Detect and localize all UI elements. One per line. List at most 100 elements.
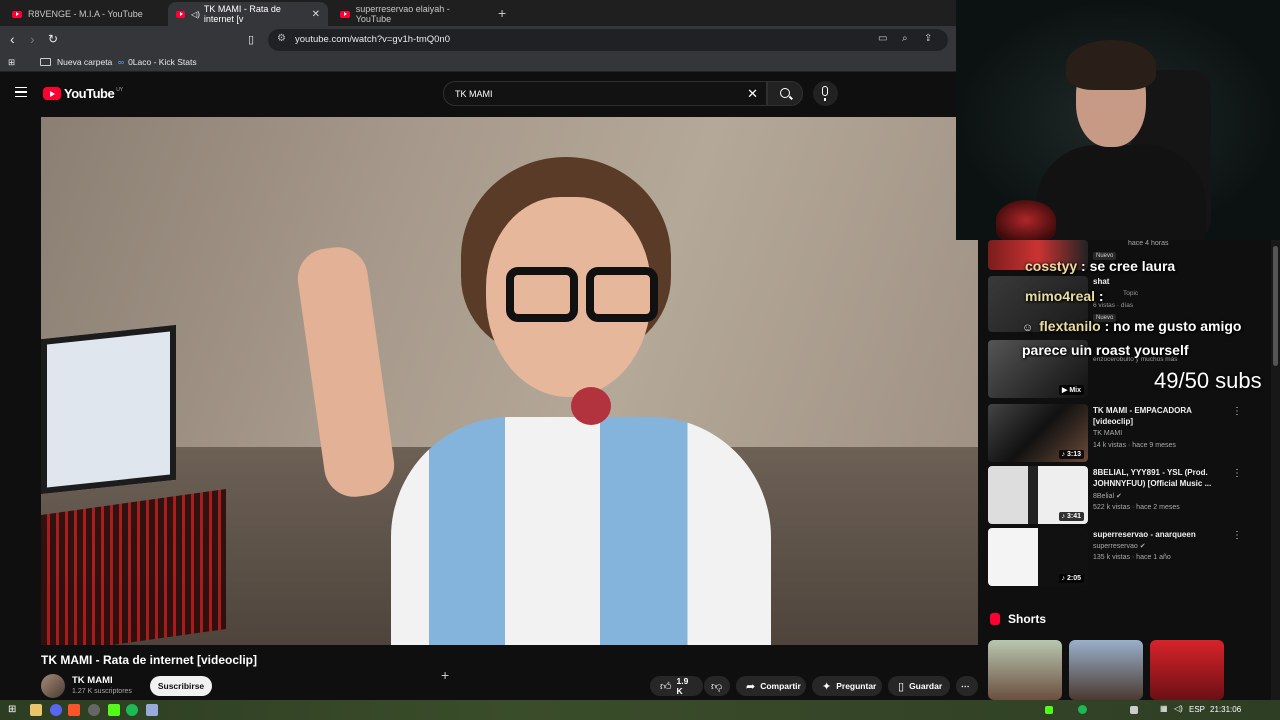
search-query-text: TK MAMI [455, 89, 493, 99]
youtube-favicon-icon [340, 10, 350, 18]
channel-name[interactable]: TK MAMI [1093, 430, 1122, 437]
dislike-button[interactable]: 👎︎ [704, 676, 730, 696]
search-button[interactable] [767, 81, 803, 106]
youtube-logo-icon [43, 87, 61, 100]
channel-name-wrap[interactable]: superreservao ✔ [1093, 542, 1146, 550]
apps-grid-icon[interactable]: ⊞ [8, 57, 15, 68]
tray-spotify-icon[interactable] [1078, 705, 1087, 714]
channel-name: 8Belial [1093, 493, 1115, 500]
bookmark-folder[interactable]: Nueva carpeta [40, 57, 112, 67]
short-thumbnail[interactable] [988, 640, 1062, 700]
zoom-icon[interactable]: ⌕ [902, 33, 908, 44]
bookmark-icon[interactable]: ▯ [248, 33, 254, 46]
browser-tab-strip: R8VENGE - M.I.A - YouTube ◁) TK MAMI - R… [0, 0, 956, 26]
notepad-icon[interactable] [146, 704, 158, 716]
brave-browser-icon[interactable] [68, 704, 80, 716]
video-meta: 522 k vistas · hace 2 meses [1093, 504, 1180, 511]
ask-button[interactable]: ✦ Preguntar [812, 676, 882, 696]
folder-icon [40, 58, 51, 66]
duration-badge: ♪ 2:05 [1058, 574, 1084, 583]
menu-icon[interactable] [15, 87, 27, 97]
channel-name: Topic [1123, 290, 1139, 297]
close-tab-icon[interactable]: ✕ [312, 9, 320, 20]
discord-icon[interactable] [50, 704, 62, 716]
site-info-icon[interactable]: ⚙ [277, 33, 286, 44]
more-options-icon[interactable]: ⋮ [1232, 530, 1242, 541]
browser-tab-active[interactable]: ◁) TK MAMI - Rata de internet [v ✕ [168, 2, 328, 26]
channel-name-wrap[interactable]: 8Belial ✔ [1093, 492, 1122, 500]
short-thumbnail[interactable] [1069, 640, 1143, 700]
clear-search-icon[interactable]: ✕ [747, 86, 758, 102]
emote-icon: ☺ [1022, 322, 1034, 334]
spotify-icon[interactable] [126, 704, 138, 716]
youtube-logo[interactable]: YouTube UY [43, 86, 123, 101]
save-button[interactable]: ▯ Guardar [888, 676, 950, 696]
more-options-icon[interactable]: ⋮ [1232, 468, 1242, 479]
browser-tab[interactable]: superreservao elaiyah - YouTube [332, 2, 492, 26]
scrollbar-thumb[interactable] [1273, 246, 1278, 366]
share-arrow-icon: ➦ [746, 680, 756, 693]
tray-icon[interactable] [1045, 706, 1053, 714]
browser-tab[interactable]: R8VENGE - M.I.A - YouTube [4, 2, 164, 26]
youtube-favicon-icon [176, 10, 186, 18]
cast-icon[interactable]: ▭ [878, 33, 887, 44]
share-button[interactable]: ➦ Compartir [736, 676, 806, 696]
video-frame-shirt [391, 417, 771, 645]
video-frame-keyboard [41, 488, 226, 645]
chat-username: flextanilo [1039, 318, 1101, 334]
duration-text: 3:13 [1066, 451, 1081, 458]
back-icon[interactable]: ‹ [10, 31, 15, 47]
recommendation-item[interactable]: ♪ 2:05 superreservao - anarqueen superre… [988, 528, 1268, 586]
bookmark-link[interactable]: ∞ 0Laco - Kick Stats [118, 57, 197, 67]
share-icon[interactable]: ⇪ [924, 33, 932, 44]
like-button[interactable]: 👍︎ 1.9 K [650, 676, 703, 696]
chat-text: : no me gusto amigo [1100, 318, 1242, 334]
youtube-favicon-icon [12, 10, 22, 18]
more-actions-button[interactable]: ⋯ [956, 676, 978, 696]
language-indicator[interactable]: ESP [1189, 705, 1205, 714]
verified-icon: ✔ [1139, 543, 1146, 550]
page-scrollbar[interactable] [1271, 240, 1280, 700]
clock[interactable]: 21:31:06 [1210, 705, 1241, 714]
volume-icon[interactable]: ◁) [1174, 704, 1183, 716]
webcam-body [1036, 145, 1206, 240]
verified-icon: ✔ [1115, 493, 1122, 500]
thumbs-down-icon: 👎︎ [711, 680, 723, 693]
search-input[interactable]: TK MAMI ✕ [443, 81, 767, 106]
tab-label: TK MAMI - Rata de internet [v [203, 4, 281, 24]
recommendation-item[interactable]: ♪ 3:13 TK MAMI - EMPACADORA [videoclip] … [988, 404, 1268, 462]
reload-icon[interactable]: ↻ [48, 32, 58, 46]
more-options-icon[interactable]: ⋮ [1232, 406, 1242, 417]
new-tab-icon[interactable]: + [498, 5, 506, 21]
video-title: 8BELIAL, YYY891 - YSL (Prod. JOHNNYFUU) … [1093, 468, 1212, 488]
channel-name[interactable]: TK MAMI [72, 675, 113, 686]
shorts-icon [990, 613, 1000, 625]
duration-text: 2:05 [1066, 575, 1081, 582]
chat-message: parece uin roast yourself [1022, 342, 1189, 358]
video-frame-laptop [41, 324, 176, 495]
kick-icon[interactable] [108, 704, 120, 716]
channel-avatar[interactable] [41, 674, 65, 698]
chat-username: cosstyy [1025, 258, 1078, 274]
network-icon[interactable]: ▦ [1160, 704, 1168, 716]
microphone-icon [822, 86, 828, 101]
tray-icon[interactable] [1130, 706, 1138, 714]
address-bar[interactable]: ⚙ youtube.com/watch?v=gv1h-tmQ0n0 ▭ ⌕ ⇪ [268, 29, 948, 51]
voice-search-button[interactable] [813, 81, 838, 106]
youtube-header: YouTube UY TK MAMI ✕ [0, 72, 956, 116]
sub-goal-counter: 49/50 subs [1154, 368, 1262, 393]
bookmark-label: 0Laco - Kick Stats [128, 57, 197, 67]
video-player[interactable] [41, 117, 978, 645]
webcam-hair [1066, 40, 1156, 90]
forward-icon[interactable]: › [30, 31, 35, 47]
file-explorer-icon[interactable] [30, 704, 42, 716]
recommendation-item[interactable]: ♪ 3:41 8BELIAL, YYY891 - YSL (Prod. JOHN… [988, 466, 1268, 524]
video-frame-glasses-right [586, 267, 658, 322]
tab-label: superreservao elaiyah - YouTube [355, 4, 450, 24]
app-icon[interactable] [88, 704, 100, 716]
streamer-webcam [956, 0, 1280, 240]
subscribe-button[interactable]: Suscribirse [150, 676, 212, 696]
start-icon[interactable]: ⊞ [8, 704, 16, 716]
os-taskbar: ⊞ ▦ ◁) ESP 21:31:06 [0, 700, 1280, 720]
short-thumbnail[interactable] [1150, 640, 1224, 700]
